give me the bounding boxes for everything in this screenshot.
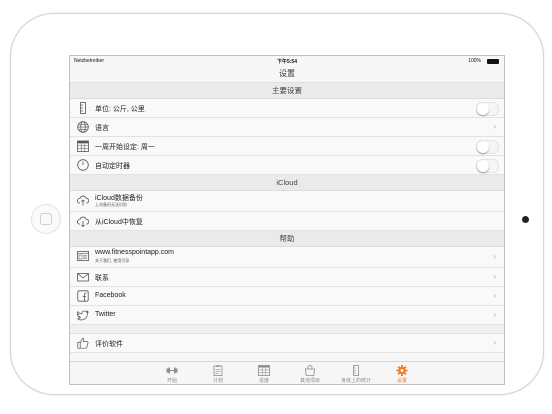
cloud-upload-icon (77, 195, 89, 206)
calendar-icon (77, 140, 89, 152)
tab-progress-label: 进度 (258, 378, 269, 384)
website-icon (77, 251, 89, 261)
front-camera (522, 216, 529, 223)
section-header-main: 主要设置 (70, 83, 504, 99)
calendar-grid-icon (258, 365, 270, 376)
auto-timer-toggle[interactable] (476, 159, 499, 173)
section-spacer (70, 325, 504, 334)
bag-icon (305, 365, 315, 376)
tab-progress[interactable]: 进度 (241, 362, 287, 384)
units-row[interactable]: 单位: 公斤, 公里 (70, 99, 504, 118)
chevron-right-icon: › (493, 291, 496, 300)
tab-other-items[interactable]: 其他项目 (287, 362, 333, 384)
battery-percentage: 100% (468, 58, 481, 64)
units-toggle[interactable] (476, 102, 499, 116)
twitter-row[interactable]: Twitter › (70, 306, 504, 325)
chevron-right-icon: › (493, 122, 496, 131)
status-time: 下午5:54 (276, 59, 297, 65)
body-stats-icon (353, 365, 359, 376)
auto-timer-row[interactable]: 自动定时器 (70, 156, 504, 175)
tab-plan[interactable]: 计划 (195, 362, 241, 384)
facebook-row[interactable]: Facebook › (70, 287, 504, 306)
icloud-backup-row[interactable]: iCloud数据备份 上次备份无法识别 (70, 191, 504, 212)
rate-app-label: 评价软件 (95, 341, 123, 348)
contact-label: 联系 (95, 275, 109, 282)
chevron-right-icon: › (493, 338, 496, 347)
icloud-restore-row[interactable]: 从iCloud中恢复 (70, 212, 504, 231)
units-label: 单位: 公斤, 公里 (95, 106, 145, 113)
nav-title: 设置 (70, 66, 504, 83)
tab-start[interactable]: 开始 (149, 362, 195, 384)
week-start-label: 一周开始设定: 周一 (95, 144, 155, 151)
week-start-toggle[interactable] (476, 140, 499, 154)
facebook-label: Facebook (95, 292, 126, 299)
twitter-label: Twitter (95, 311, 116, 318)
mail-icon (77, 273, 89, 282)
tab-other-items-label: 其他项目 (299, 378, 320, 384)
tab-bar: 开始 计划 进度 其他项目 身体上的统计 设置 (70, 361, 504, 384)
thumbs-up-icon (77, 337, 89, 349)
ipad-frame: Netzbetreiber 下午5:54 100% 设置 主要设置 单位: 公斤… (10, 13, 544, 395)
tab-settings[interactable]: 设置 (379, 362, 425, 384)
language-label: 语言 (95, 125, 109, 132)
tab-start-label: 开始 (166, 378, 177, 384)
cloud-download-icon (77, 216, 89, 227)
website-subtitle: 关于我们, 使用引导 (95, 258, 130, 263)
rate-app-row[interactable]: 评价软件 › (70, 334, 504, 353)
facebook-icon (77, 290, 89, 302)
clipboard-icon (213, 365, 223, 376)
chevron-right-icon: › (493, 272, 496, 281)
contact-row[interactable]: 联系 › (70, 268, 504, 287)
language-row[interactable]: 语言 › (70, 118, 504, 137)
chevron-right-icon: › (493, 252, 496, 261)
week-start-row[interactable]: 一周开始设定: 周一 (70, 137, 504, 156)
website-row[interactable]: www.fitnesspointapp.com 关于我们, 使用引导 › (70, 247, 504, 268)
status-bar: Netzbetreiber 下午5:54 100% (70, 56, 504, 66)
tab-settings-label: 设置 (396, 378, 407, 384)
dumbbell-icon (166, 367, 178, 374)
chevron-right-icon: › (493, 310, 496, 319)
section-header-icloud: iCloud (70, 175, 504, 191)
website-label: www.fitnesspointapp.com (95, 249, 174, 256)
globe-icon (77, 121, 89, 133)
tab-plan-label: 计划 (212, 378, 223, 384)
tab-body-stats[interactable]: 身体上的统计 (333, 362, 379, 384)
section-header-help: 帮助 (70, 231, 504, 247)
app-screen: Netzbetreiber 下午5:54 100% 设置 主要设置 单位: 公斤… (69, 55, 505, 385)
battery-icon (487, 59, 499, 64)
gear-icon (396, 365, 408, 376)
ruler-icon (80, 102, 86, 114)
twitter-icon (77, 310, 89, 321)
timer-icon (77, 159, 89, 171)
home-button[interactable] (31, 204, 61, 234)
auto-timer-label: 自动定时器 (95, 163, 130, 170)
icloud-restore-label: 从iCloud中恢复 (95, 219, 143, 226)
tab-body-stats-label: 身体上的统计 (340, 378, 371, 384)
icloud-backup-status: 上次备份无法识别 (95, 202, 127, 207)
